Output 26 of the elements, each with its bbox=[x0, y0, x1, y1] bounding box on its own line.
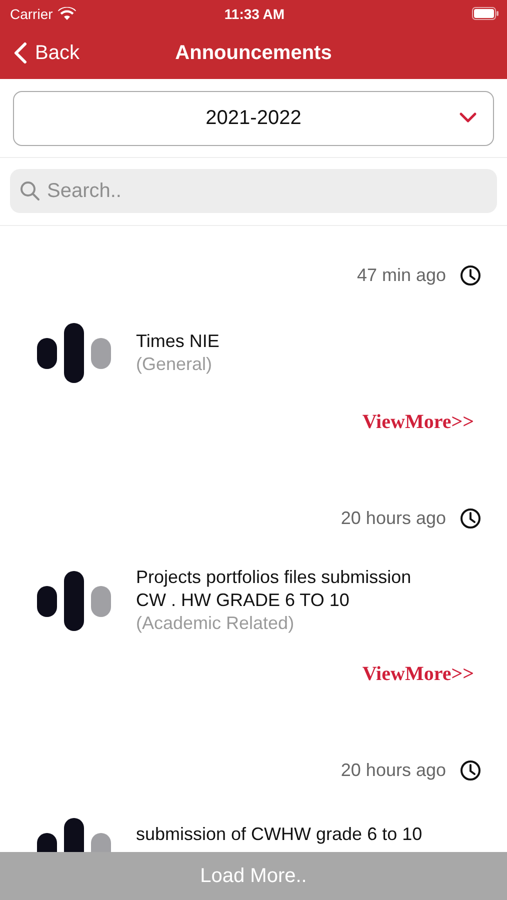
clock-icon bbox=[460, 508, 481, 528]
time-ago: 20 hours ago bbox=[340, 760, 446, 780]
announcement-category: (Academic Related) bbox=[136, 612, 296, 635]
announcement-title: submission of CWHW grade 6 to 10 bbox=[136, 823, 422, 846]
carrier-label: Carrier bbox=[10, 6, 53, 22]
bars-logo-icon bbox=[37, 323, 111, 383]
clock-icon bbox=[460, 264, 481, 286]
time-ago: 20 hours ago bbox=[340, 508, 446, 528]
chevron-left-icon bbox=[14, 42, 27, 64]
search-icon bbox=[20, 181, 40, 201]
view-more-link[interactable]: ViewMore>> bbox=[362, 411, 474, 434]
screen-title: Announcements bbox=[175, 42, 332, 64]
year-dropdown[interactable]: 2021-2022 bbox=[13, 91, 494, 146]
view-more-link[interactable]: ViewMore>> bbox=[362, 663, 474, 686]
search-field[interactable]: Search.. bbox=[10, 169, 497, 213]
announcement-title: Projects portfolios files submission CW . HW GRADE 6 TO 10 bbox=[136, 566, 412, 612]
clock-time: 11:33 AM bbox=[224, 6, 285, 22]
announcement-title: Times NIE bbox=[136, 330, 220, 353]
battery-icon bbox=[472, 7, 499, 20]
clock-icon bbox=[460, 760, 481, 780]
time-ago: 47 min ago bbox=[356, 264, 446, 286]
bars-logo-icon bbox=[37, 570, 111, 630]
announcement-category: (General) bbox=[136, 353, 214, 376]
chevron-down-icon bbox=[459, 112, 477, 123]
back-button[interactable]: Back bbox=[0, 42, 80, 64]
wifi-icon bbox=[58, 7, 76, 20]
